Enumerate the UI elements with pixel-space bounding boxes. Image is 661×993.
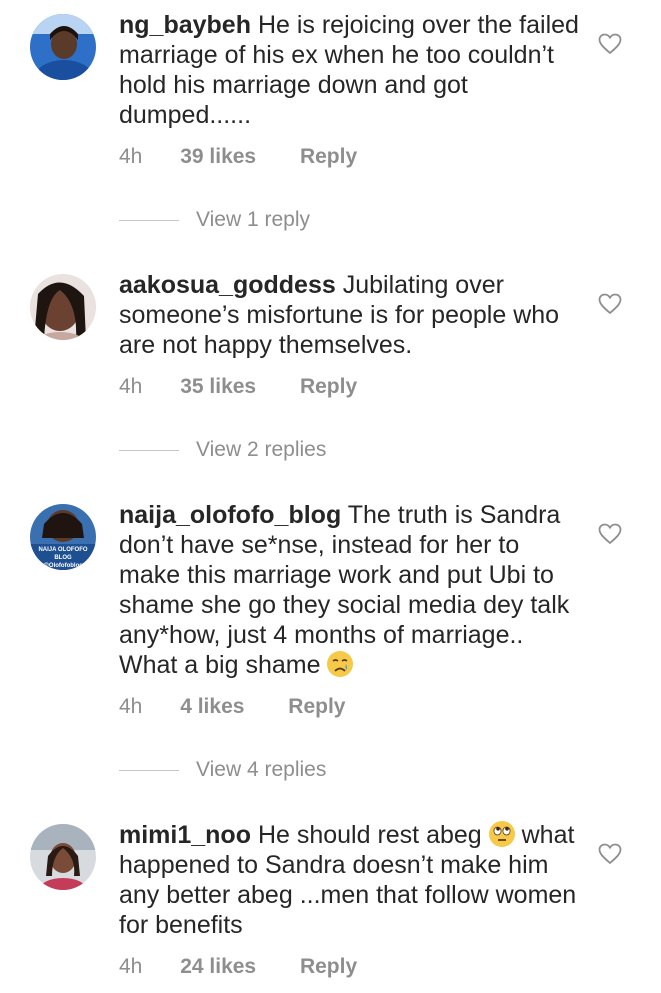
- comment-time: 4h: [119, 955, 143, 978]
- comment-username[interactable]: mimi1_noo: [119, 821, 251, 849]
- likes-count[interactable]: 35 likes: [180, 375, 256, 398]
- comment-text: aakosua_goddess Jubilating over someone’…: [119, 270, 579, 360]
- view-replies-label: View 2 replies: [196, 438, 327, 461]
- divider-line: [119, 449, 179, 451]
- comment-username[interactable]: ng_baybeh: [119, 11, 251, 39]
- avatar[interactable]: [30, 824, 96, 890]
- view-replies-button[interactable]: View 4 replies: [119, 758, 326, 782]
- view-replies-button[interactable]: View 2 replies: [119, 438, 326, 462]
- comment-text: mimi1_noo He should rest abeg what happe…: [119, 820, 579, 940]
- comment-time: 4h: [119, 695, 143, 718]
- reply-button[interactable]: Reply: [300, 145, 357, 168]
- avatar[interactable]: [30, 14, 96, 80]
- avatar[interactable]: NAIJA OLOFOFO BLOG @Olofofoblog: [30, 504, 96, 570]
- comment-time: 4h: [119, 145, 143, 168]
- avatar-caption: NAIJA OLOFOFO BLOG @Olofofoblog: [38, 547, 88, 569]
- comment-meta: 4h 24 likes Reply: [119, 955, 357, 979]
- comment-time: 4h: [119, 375, 143, 398]
- comment-meta: 4h 35 likes Reply: [119, 375, 357, 399]
- comment-meta: 4h 39 likes Reply: [119, 145, 357, 169]
- divider-line: [119, 769, 179, 771]
- crying-face-icon: [327, 651, 354, 677]
- comment-body: He should rest abeg: [257, 821, 482, 849]
- reply-button[interactable]: Reply: [300, 955, 357, 978]
- comment-meta: 4h 4 likes Reply: [119, 695, 345, 719]
- likes-count[interactable]: 4 likes: [180, 695, 244, 718]
- reply-button[interactable]: Reply: [288, 695, 345, 718]
- heart-outline-icon[interactable]: [598, 293, 622, 315]
- eye-roll-face-icon: [488, 821, 515, 847]
- comment-text: naija_olofofo_blog The truth is Sandra d…: [119, 500, 579, 680]
- heart-outline-icon[interactable]: [598, 843, 622, 865]
- heart-outline-icon[interactable]: [598, 523, 622, 545]
- comment-username[interactable]: naija_olofofo_blog: [119, 501, 341, 529]
- view-replies-button[interactable]: View 1 reply: [119, 208, 310, 232]
- avatar[interactable]: [30, 274, 96, 340]
- divider-line: [119, 219, 179, 221]
- view-replies-label: View 4 replies: [196, 758, 327, 781]
- comment-username[interactable]: aakosua_goddess: [119, 271, 336, 299]
- likes-count[interactable]: 24 likes: [180, 955, 256, 978]
- comment-text: ng_baybeh He is rejoicing over the faile…: [119, 10, 579, 130]
- reply-button[interactable]: Reply: [300, 375, 357, 398]
- view-replies-label: View 1 reply: [196, 208, 311, 231]
- heart-outline-icon[interactable]: [598, 33, 622, 55]
- likes-count[interactable]: 39 likes: [180, 145, 256, 168]
